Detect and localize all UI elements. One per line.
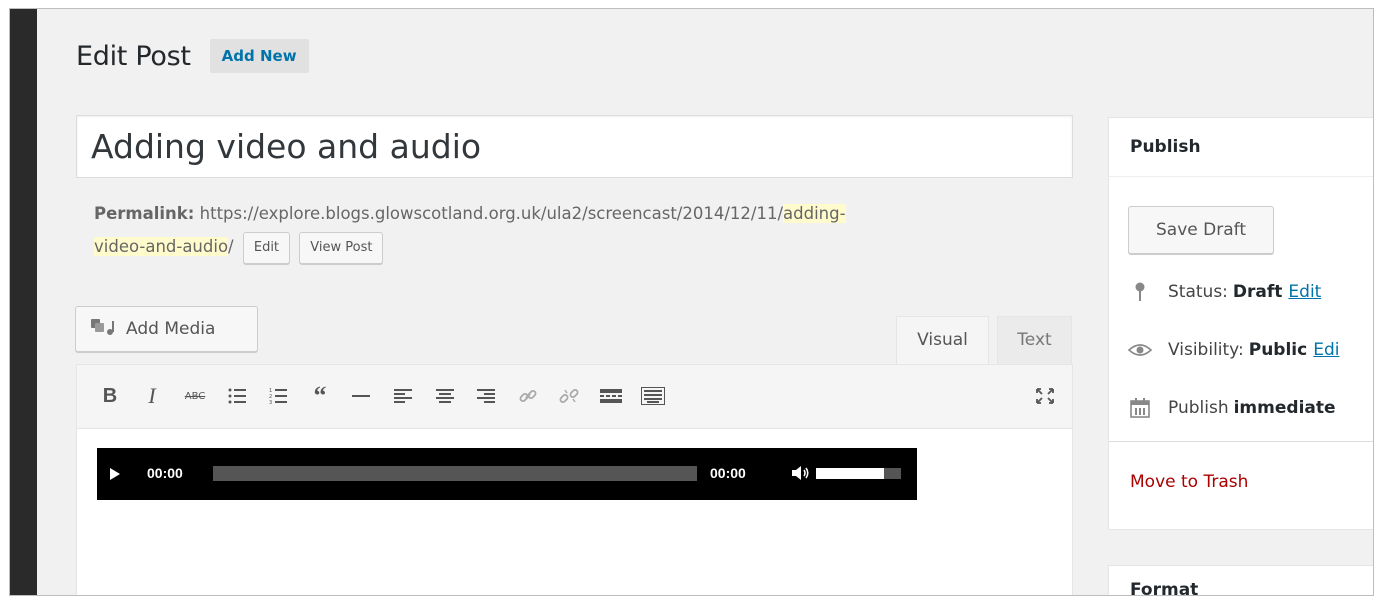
align-left-icon[interactable] [388,381,418,411]
bulleted-list-icon[interactable] [222,381,252,411]
edit-visibility-link[interactable]: Edi [1313,340,1339,360]
numbered-list-icon[interactable]: 123 [263,381,293,411]
add-media-button[interactable]: Add Media [75,306,258,352]
status-value: Draft [1232,282,1283,302]
current-time: 00:00 [147,465,183,481]
permalink-slug-end[interactable]: video-and-audio [94,237,229,256]
wp-admin-window: Edit Post Add New Adding video and audio… [9,8,1374,596]
format-box: Format [1108,565,1373,596]
volume-slider[interactable] [816,468,901,479]
post-status-row: Status: Draft Edit [1127,282,1321,302]
toolbar-toggle-icon[interactable] [638,381,668,411]
publish-box-divider [1109,441,1373,442]
blockquote-icon[interactable]: “ [305,381,335,411]
post-content-editor[interactable]: B I ABC 123 “ 00:00 00:00 [76,364,1073,595]
save-draft-button[interactable]: Save Draft [1128,206,1274,254]
edit-slug-button[interactable]: Edit [242,231,291,264]
media-icon [90,317,116,342]
insert-link-icon[interactable] [513,381,543,411]
add-media-label: Add Media [126,319,216,339]
publish-schedule-row: Publish immediate [1127,398,1336,418]
post-title-input[interactable]: Adding video and audio [76,115,1073,178]
volume-icon[interactable] [791,464,811,486]
fullscreen-icon[interactable] [1030,381,1060,411]
play-icon[interactable] [109,466,121,485]
strikethrough-icon[interactable]: ABC [180,381,210,411]
permalink-trailing-slash: / [228,237,234,256]
publish-box-title: Publish [1109,118,1373,177]
add-new-button[interactable]: Add New [209,39,309,73]
eye-icon [1127,343,1153,357]
bold-icon[interactable]: B [95,381,125,411]
volume-level [816,468,884,479]
align-right-icon[interactable] [471,381,501,411]
move-to-trash-link[interactable]: Move to Trash [1130,472,1248,492]
format-box-title: Format [1130,580,1199,596]
audio-progress-track[interactable] [213,466,697,481]
italic-icon[interactable]: I [137,381,167,411]
audio-player: 00:00 00:00 [97,448,917,500]
publish-schedule-label: Publish [1168,398,1229,418]
status-label: Status: [1168,282,1228,302]
tab-visual[interactable]: Visual [896,316,989,364]
visibility-label: Visibility: [1168,340,1244,360]
editor-toolbar: B I ABC 123 “ [77,365,1072,429]
permalink-label: Permalink: [94,204,195,223]
page-heading: Edit Post Add New [76,39,309,73]
duration-time: 00:00 [710,465,746,481]
read-more-icon[interactable] [596,381,626,411]
horizontal-line-icon[interactable] [346,381,376,411]
edit-status-link[interactable]: Edit [1288,282,1321,302]
align-center-icon[interactable] [430,381,460,411]
permalink-row: Permalink: https://explore.blogs.glowsco… [94,197,1064,264]
remove-link-icon[interactable] [554,381,584,411]
permalink-slug-start[interactable]: adding- [783,204,846,223]
publish-box: Publish Save Draft Status: Draft Edit Vi… [1108,117,1373,530]
page-title: Edit Post [76,40,191,72]
permalink-base-url[interactable]: https://explore.blogs.glowscotland.org.u… [200,204,783,223]
visibility-row: Visibility: Public Edi [1127,340,1339,360]
calendar-icon [1127,398,1153,418]
tab-text[interactable]: Text [997,316,1072,364]
svg-text:3: 3 [269,400,272,405]
pin-icon [1127,282,1153,302]
admin-sidebar [10,9,37,595]
publish-schedule-value: immediate [1233,398,1336,418]
visibility-value: Public [1248,340,1308,360]
view-post-button[interactable]: View Post [299,231,384,264]
